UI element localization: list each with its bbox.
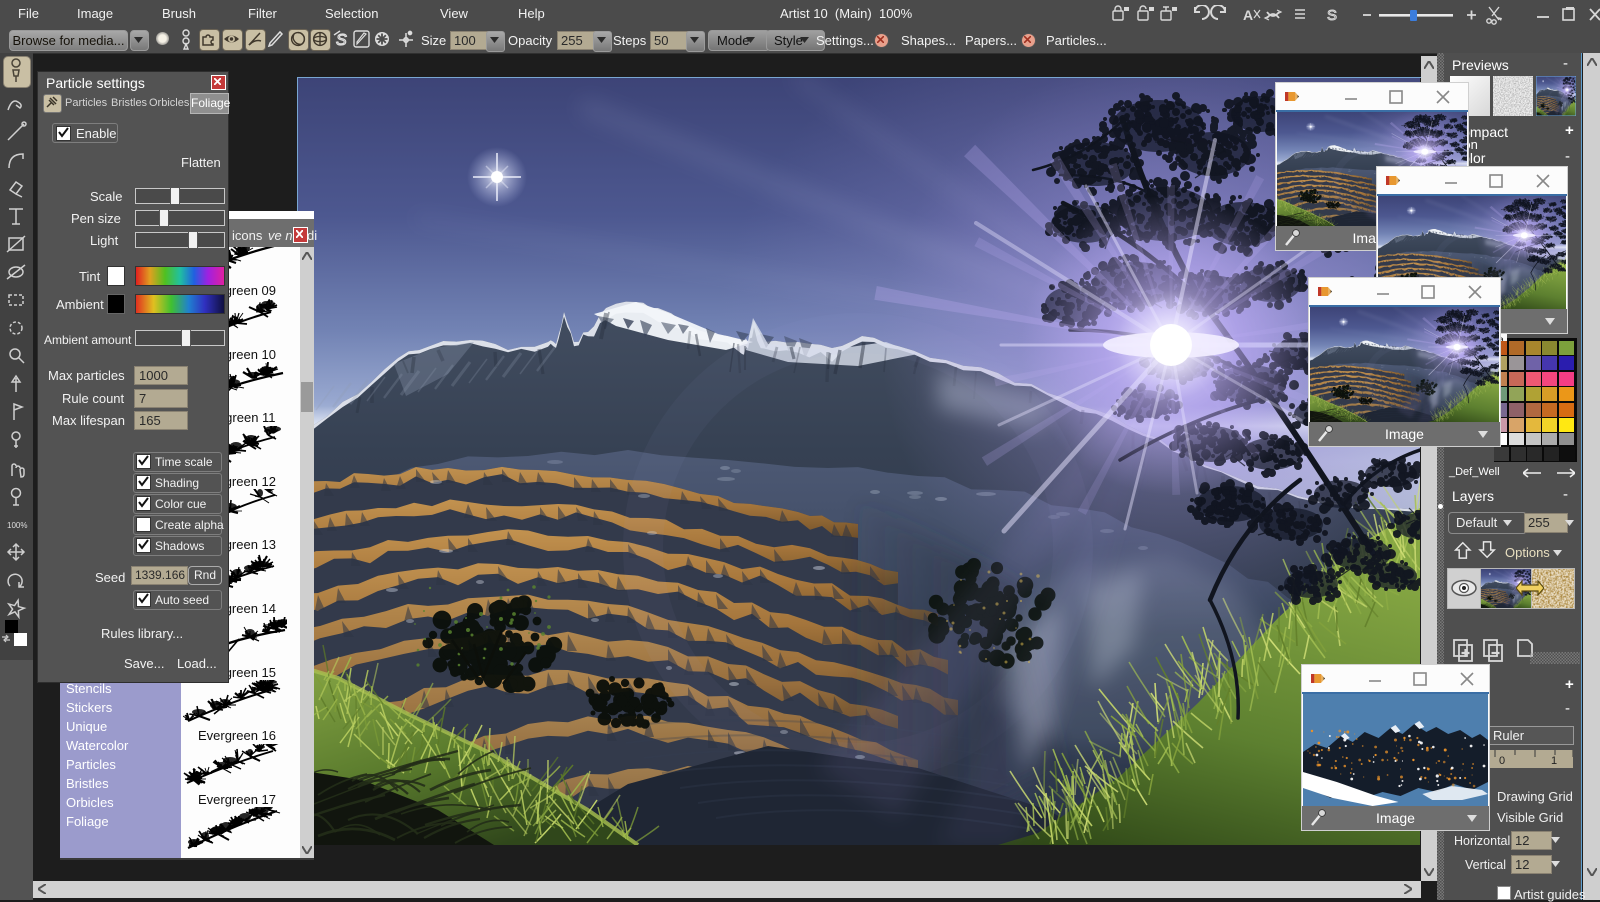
svg-text:A: A bbox=[1243, 7, 1253, 23]
svg-text:S: S bbox=[1327, 7, 1337, 24]
svg-text:100%: 100% bbox=[7, 521, 27, 530]
svg-text:S: S bbox=[336, 32, 347, 49]
svg-text:1: 1 bbox=[1551, 755, 1557, 767]
svg-text:0: 0 bbox=[1499, 755, 1505, 767]
